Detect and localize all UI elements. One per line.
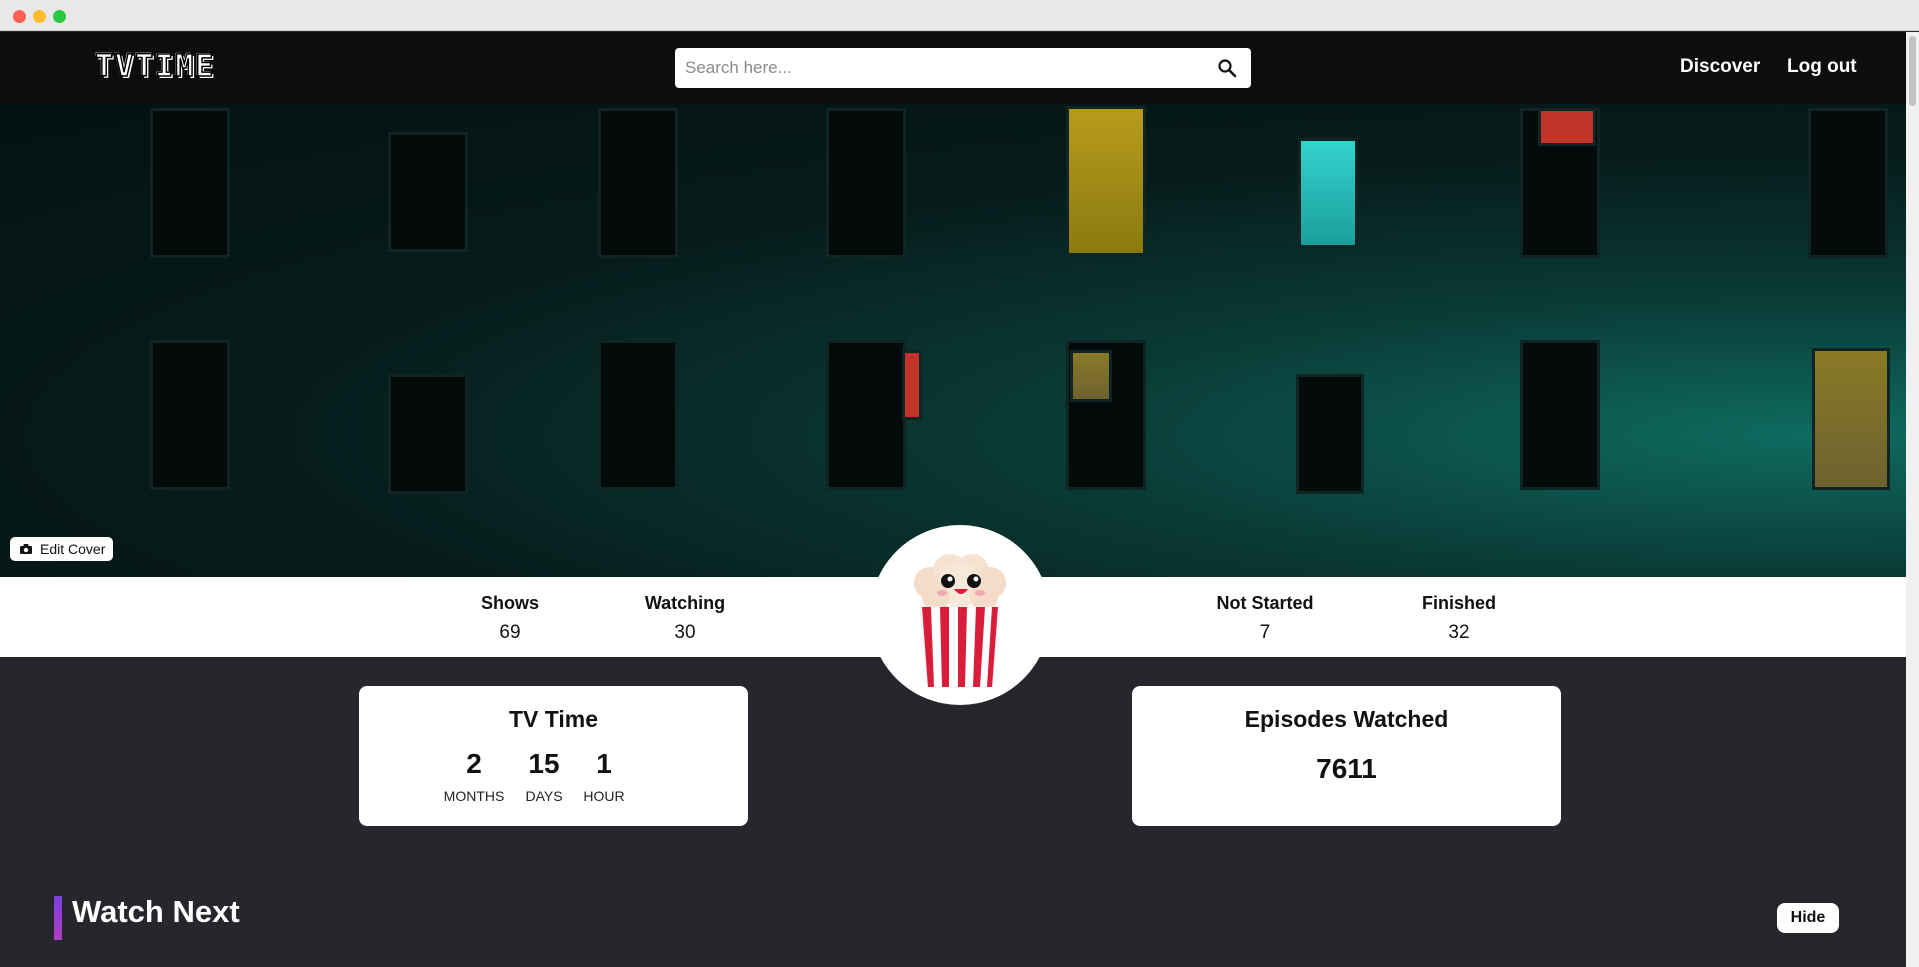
episodes-value: 7611 bbox=[1316, 753, 1377, 784]
close-window-button[interactable] bbox=[13, 10, 26, 23]
building-window bbox=[1520, 340, 1600, 490]
stat-finished[interactable]: Finished 32 bbox=[1389, 593, 1529, 644]
watch-next-title: Watch Next bbox=[72, 894, 240, 929]
stat-label: Not Started bbox=[1216, 593, 1314, 613]
nav-logout-link[interactable]: Log out bbox=[1787, 56, 1857, 78]
episodes-title: Episodes Watched bbox=[1244, 706, 1449, 732]
months-value: 2 bbox=[466, 748, 482, 779]
tv-time-months: 2 MONTHS bbox=[434, 748, 514, 804]
stat-not-started[interactable]: Not Started 7 bbox=[1195, 593, 1335, 644]
stat-value: 30 bbox=[674, 622, 696, 643]
lit-window bbox=[1298, 138, 1358, 248]
building-window bbox=[150, 108, 230, 258]
page-scrollbar[interactable] bbox=[1906, 32, 1919, 967]
stat-watching[interactable]: Watching 30 bbox=[615, 593, 755, 644]
section-accent-bar bbox=[54, 896, 62, 940]
months-unit: MONTHS bbox=[443, 788, 505, 804]
lit-window bbox=[1538, 108, 1596, 146]
nav-discover-link[interactable]: Discover bbox=[1680, 56, 1760, 78]
tv-time-card: TV Time 2 MONTHS 15 DAYS 1 HOUR bbox=[359, 686, 748, 826]
stat-label: Shows bbox=[480, 593, 539, 613]
tv-time-hours: 1 HOUR bbox=[564, 748, 644, 804]
building-window bbox=[388, 132, 468, 252]
hours-value: 1 bbox=[596, 748, 612, 779]
search-icon[interactable] bbox=[1217, 58, 1237, 78]
browser-titlebar bbox=[0, 0, 1919, 31]
stat-value: 69 bbox=[499, 622, 521, 643]
hide-button[interactable]: Hide bbox=[1777, 903, 1839, 933]
cover-image: Edit Cover bbox=[0, 104, 1906, 577]
minimize-window-button[interactable] bbox=[33, 10, 46, 23]
maximize-window-button[interactable] bbox=[53, 10, 66, 23]
edit-cover-label: Edit Cover bbox=[40, 541, 106, 557]
stat-value: 7 bbox=[1259, 622, 1271, 643]
lit-window bbox=[1070, 350, 1112, 402]
top-navbar: TVTIME Discover Log out bbox=[0, 32, 1906, 104]
edit-cover-button[interactable]: Edit Cover bbox=[10, 537, 114, 561]
building-window bbox=[1808, 108, 1888, 258]
camera-icon bbox=[20, 544, 32, 554]
building-window bbox=[826, 108, 906, 258]
lit-window bbox=[902, 350, 922, 420]
lit-window bbox=[1812, 348, 1890, 490]
hours-unit: HOUR bbox=[583, 788, 625, 804]
stat-label: Watching bbox=[644, 593, 726, 613]
search-input[interactable] bbox=[675, 48, 1195, 88]
building-window bbox=[598, 340, 678, 490]
building-window bbox=[826, 340, 906, 490]
episodes-watched-card: Episodes Watched 7611 bbox=[1132, 686, 1561, 826]
stat-value: 32 bbox=[1448, 622, 1470, 643]
building-window bbox=[150, 340, 230, 490]
scrollbar-thumb[interactable] bbox=[1909, 36, 1916, 106]
building-window bbox=[388, 374, 468, 494]
tv-time-title: TV Time bbox=[508, 706, 599, 732]
building-window bbox=[598, 108, 678, 258]
stat-shows[interactable]: Shows 69 bbox=[440, 593, 580, 644]
popcorn-avatar-icon bbox=[914, 554, 1006, 688]
stat-label: Finished bbox=[1421, 593, 1496, 613]
building-window bbox=[1296, 374, 1364, 494]
profile-avatar[interactable] bbox=[870, 525, 1050, 705]
lit-window bbox=[1066, 106, 1146, 256]
tvtime-logo[interactable]: TVTIME bbox=[94, 48, 215, 85]
search-box bbox=[675, 48, 1251, 88]
